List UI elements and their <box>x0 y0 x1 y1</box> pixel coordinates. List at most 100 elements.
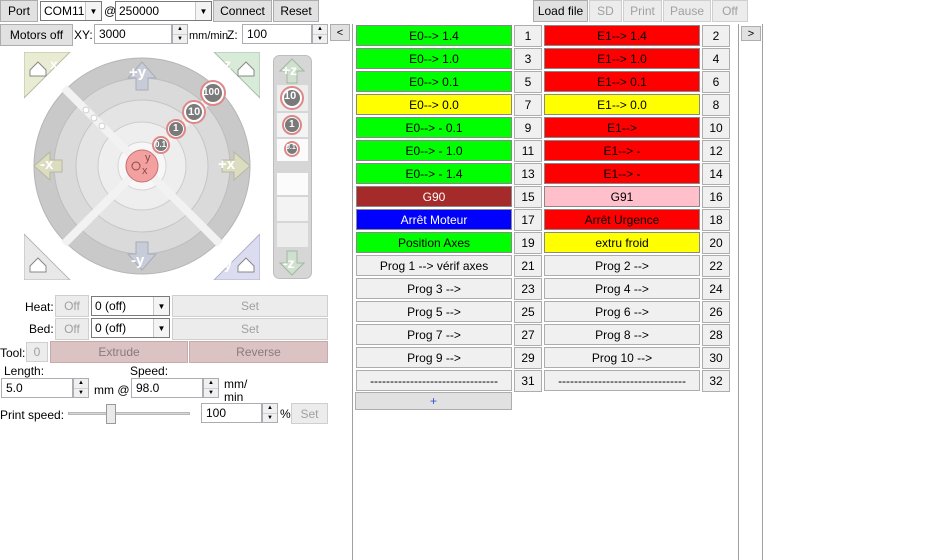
macro-number[interactable]: 8 <box>702 94 730 116</box>
macro-number[interactable]: 14 <box>702 163 730 185</box>
macro-number[interactable]: 10 <box>702 117 730 139</box>
macro-button[interactable]: E0--> - 1.0 <box>356 140 512 161</box>
length-input[interactable]: 5.0 <box>1 378 73 398</box>
speed-input[interactable]: 98.0 <box>131 378 203 398</box>
macro-number[interactable]: 27 <box>514 324 542 346</box>
baud-select[interactable]: 250000 ▼ <box>115 1 212 21</box>
macro-button[interactable]: G90 <box>356 186 512 207</box>
macro-number[interactable]: 24 <box>702 278 730 300</box>
print-button[interactable]: Print <box>623 0 662 22</box>
bed-off-button[interactable]: Off <box>55 318 89 340</box>
motors-off-button[interactable]: Motors off <box>0 24 73 46</box>
print-speed-slider-track[interactable] <box>68 412 190 415</box>
macro-button[interactable]: Prog 4 --> <box>544 278 700 299</box>
macro-number[interactable]: 17 <box>514 209 542 231</box>
macro-number[interactable]: 29 <box>514 347 542 369</box>
macro-button[interactable]: Prog 1 --> vérif axes <box>356 255 512 276</box>
macro-button[interactable]: -------------------------------- <box>356 370 512 391</box>
macro-number[interactable]: 28 <box>702 324 730 346</box>
macro-button[interactable]: E0--> 0.1 <box>356 71 512 92</box>
macro-number[interactable]: 6 <box>702 71 730 93</box>
tool-select[interactable]: 0 <box>26 342 48 362</box>
macro-button[interactable]: extru froid <box>544 232 700 253</box>
macro-button[interactable]: Arrêt Moteur <box>356 209 512 230</box>
macro-button[interactable]: E1--> 0.0 <box>544 94 700 115</box>
z-jog-pad[interactable] <box>273 55 312 279</box>
collapse-left-button[interactable]: < <box>330 24 350 41</box>
macro-button[interactable]: Position Axes <box>356 232 512 253</box>
xy-speed-stepper[interactable]: ▲ ▼ <box>172 24 188 44</box>
print-speed-input[interactable]: 100 <box>201 403 262 423</box>
macro-button[interactable]: Prog 3 --> <box>356 278 512 299</box>
connect-button[interactable]: Connect <box>213 0 272 22</box>
z-step-minus-1-zone[interactable] <box>277 197 308 221</box>
reset-button[interactable]: Reset <box>273 0 319 22</box>
macro-button[interactable]: E0--> 1.4 <box>356 25 512 46</box>
print-speed-set-button[interactable]: Set <box>291 403 328 424</box>
speed-stepper[interactable]: ▲ ▼ <box>203 378 219 398</box>
macro-number[interactable]: 31 <box>514 370 542 392</box>
macro-number[interactable]: 2 <box>702 25 730 47</box>
macro-number[interactable]: 12 <box>702 140 730 162</box>
off-button[interactable]: Off <box>712 0 748 22</box>
macro-button[interactable]: E0--> - 0.1 <box>356 117 512 138</box>
macro-number[interactable]: 25 <box>514 301 542 323</box>
macro-number[interactable]: 7 <box>514 94 542 116</box>
macro-number[interactable]: 11 <box>514 140 542 162</box>
macro-number[interactable]: 23 <box>514 278 542 300</box>
heat-set-button[interactable]: Set <box>172 295 328 317</box>
heat-off-button[interactable]: Off <box>55 295 89 317</box>
macro-number[interactable]: 15 <box>514 186 542 208</box>
z-speed-stepper[interactable]: ▲ ▼ <box>312 24 328 44</box>
macro-button[interactable]: E1--> <box>544 117 700 138</box>
macro-number[interactable]: 26 <box>702 301 730 323</box>
macro-button[interactable]: Prog 9 --> <box>356 347 512 368</box>
macro-number[interactable]: 13 <box>514 163 542 185</box>
macro-number[interactable]: 22 <box>702 255 730 277</box>
macro-number[interactable]: 32 <box>702 370 730 392</box>
macro-button[interactable]: E1--> 1.4 <box>544 25 700 46</box>
expand-right-button[interactable]: > <box>741 26 761 41</box>
pause-button[interactable]: Pause <box>663 0 711 22</box>
macro-button[interactable]: G91 <box>544 186 700 207</box>
macro-number[interactable]: 18 <box>702 209 730 231</box>
macro-button[interactable]: E1--> 1.0 <box>544 48 700 69</box>
macro-button[interactable]: Prog 6 --> <box>544 301 700 322</box>
sd-button[interactable]: SD <box>589 0 622 22</box>
macro-number[interactable]: 16 <box>702 186 730 208</box>
chevron-down-icon[interactable]: ▼ <box>153 319 169 337</box>
macro-number[interactable]: 1 <box>514 25 542 47</box>
bed-select[interactable]: 0 (off) ▼ <box>91 318 170 338</box>
chevron-down-icon[interactable]: ▼ <box>195 2 211 20</box>
print-speed-slider-thumb[interactable] <box>105 404 116 424</box>
macro-number[interactable]: 5 <box>514 71 542 93</box>
macro-button[interactable]: E1--> 0.1 <box>544 71 700 92</box>
macro-number[interactable]: 19 <box>514 232 542 254</box>
port-button[interactable]: Port <box>0 0 38 22</box>
macro-button[interactable]: Prog 10 --> <box>544 347 700 368</box>
macro-number[interactable]: 4 <box>702 48 730 70</box>
port-select[interactable]: COM11 ▼ <box>40 1 102 21</box>
chevron-down-icon[interactable]: ▼ <box>85 2 101 20</box>
macro-number[interactable]: 3 <box>514 48 542 70</box>
macro-button[interactable]: E0--> 1.0 <box>356 48 512 69</box>
macro-button[interactable]: -------------------------------- <box>544 370 700 391</box>
xy-speed-input[interactable]: 3000 <box>94 24 172 44</box>
extrude-button[interactable]: Extrude <box>50 341 188 363</box>
macro-number[interactable]: 20 <box>702 232 730 254</box>
macro-button[interactable]: Prog 8 --> <box>544 324 700 345</box>
bed-set-button[interactable]: Set <box>172 318 328 340</box>
z-speed-input[interactable]: 100 <box>242 24 312 44</box>
macro-button[interactable]: E1--> - <box>544 163 700 184</box>
macro-button[interactable]: E0--> - 1.4 <box>356 163 512 184</box>
load-file-button[interactable]: Load file <box>533 0 588 22</box>
macro-button[interactable]: Prog 2 --> <box>544 255 700 276</box>
macro-button[interactable]: Arrêt Urgence <box>544 209 700 230</box>
macro-button[interactable]: Prog 5 --> <box>356 301 512 322</box>
z-step-minus-01-zone[interactable] <box>277 173 308 195</box>
add-macro-button[interactable]: + <box>355 392 512 410</box>
macro-button[interactable]: E0--> 0.0 <box>356 94 512 115</box>
macro-number[interactable]: 9 <box>514 117 542 139</box>
reverse-button[interactable]: Reverse <box>189 341 328 363</box>
length-stepper[interactable]: ▲ ▼ <box>73 378 89 398</box>
